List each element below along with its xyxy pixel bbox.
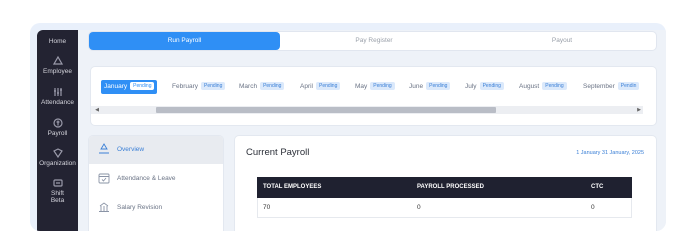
- status-badge: Pending: [542, 82, 567, 91]
- sidebar-item-label: Employee: [43, 68, 72, 75]
- sidebar-item-attendance[interactable]: Attendance: [37, 87, 78, 106]
- column-header-payroll-processed: PAYROLL PROCESSED: [417, 184, 484, 190]
- month-selector: January Pending February Pending March Pend…: [91, 67, 656, 125]
- column-header-ctc: CTC: [591, 184, 604, 190]
- overview-icon: [98, 143, 110, 155]
- column-header-total-employees: TOTAL EMPLOYEES: [263, 184, 322, 190]
- month-july[interactable]: July Pending: [465, 80, 504, 94]
- current-payroll-panel: Current Payroll 1 January 31 January, 20…: [235, 136, 656, 231]
- tab-payout[interactable]: Payout: [468, 32, 656, 50]
- attendance-icon: [53, 87, 63, 97]
- scrollbar-thumb[interactable]: [156, 107, 496, 113]
- month-march[interactable]: March Pending: [239, 80, 285, 94]
- payroll-side-menu: Overview Attendance & Leave Salary Revis…: [89, 136, 223, 231]
- sidebar-item-label: Shift: [50, 190, 64, 197]
- main-area: Run Payroll Pay Register Payout January P…: [78, 30, 666, 231]
- tab-run-payroll[interactable]: Run Payroll: [89, 32, 280, 50]
- scroll-right-icon[interactable]: ▶: [635, 106, 643, 114]
- payroll-summary-table: TOTAL EMPLOYEES PAYROLL PROCESSED CTC 70…: [257, 177, 632, 218]
- month-june[interactable]: June Pending: [409, 80, 451, 94]
- payroll-date-range: 1 January 31 January, 2025: [576, 150, 644, 156]
- month-september[interactable]: September Pendin: [583, 80, 640, 94]
- status-badge: Pendin: [617, 82, 640, 91]
- employee-icon: [52, 55, 63, 66]
- status-badge: Pending: [370, 82, 395, 91]
- sidebar-item-organization[interactable]: Organization: [37, 148, 78, 167]
- horizontal-scrollbar[interactable]: ◀ ▶: [91, 106, 643, 114]
- tab-pay-register[interactable]: Pay Register: [280, 32, 468, 50]
- payroll-icon: [52, 118, 63, 128]
- sidebar-item-payroll[interactable]: Payroll: [37, 118, 78, 137]
- sidebar-item-label: Attendance: [41, 99, 74, 106]
- status-badge: Pending: [130, 82, 155, 91]
- status-badge: Pending: [316, 82, 341, 91]
- table-header: TOTAL EMPLOYEES PAYROLL PROCESSED CTC: [257, 177, 632, 198]
- calendar-icon: [98, 172, 110, 184]
- scroll-left-icon[interactable]: ◀: [93, 106, 101, 114]
- shift-icon: [52, 178, 63, 188]
- sidebar: Home Employee Attendance Payroll Organiz…: [37, 30, 78, 231]
- sidebar-item-employee[interactable]: Employee: [37, 55, 78, 75]
- status-badge: Pending: [260, 82, 285, 91]
- sidebar-item-label: Home: [48, 38, 67, 45]
- status-badge: Pending: [201, 82, 226, 91]
- menu-item-attendance-leave[interactable]: Attendance & Leave: [89, 165, 223, 193]
- status-badge: Pending: [479, 82, 504, 91]
- sidebar-item-shift[interactable]: Shift Beta: [37, 178, 78, 204]
- menu-item-salary-revision[interactable]: Salary Revision: [89, 194, 223, 222]
- month-august[interactable]: August Pending: [519, 80, 567, 94]
- organization-icon: [52, 148, 63, 159]
- table-row: 70 0 0: [257, 198, 632, 218]
- month-april[interactable]: April Pending: [300, 80, 341, 94]
- month-may[interactable]: May Pending: [355, 80, 395, 94]
- ctc-value: 0: [591, 204, 595, 211]
- sidebar-item-label: Organization: [39, 160, 76, 167]
- beta-label: Beta: [50, 197, 65, 204]
- menu-item-overview[interactable]: Overview: [89, 136, 223, 164]
- total-employees-value: 70: [263, 204, 271, 211]
- payroll-processed-value: 0: [417, 204, 421, 211]
- payroll-tabs: Run Payroll Pay Register Payout: [89, 32, 656, 50]
- sidebar-item-label: Payroll: [47, 130, 68, 137]
- status-badge: Pending: [426, 82, 451, 91]
- app-frame: Home Employee Attendance Payroll Organiz…: [30, 23, 666, 231]
- month-february[interactable]: February Pending: [172, 80, 226, 94]
- salary-revision-icon: [98, 201, 110, 213]
- month-january[interactable]: January Pending: [101, 80, 158, 94]
- sidebar-item-home[interactable]: Home: [37, 38, 78, 45]
- page-title: Current Payroll: [246, 147, 310, 158]
